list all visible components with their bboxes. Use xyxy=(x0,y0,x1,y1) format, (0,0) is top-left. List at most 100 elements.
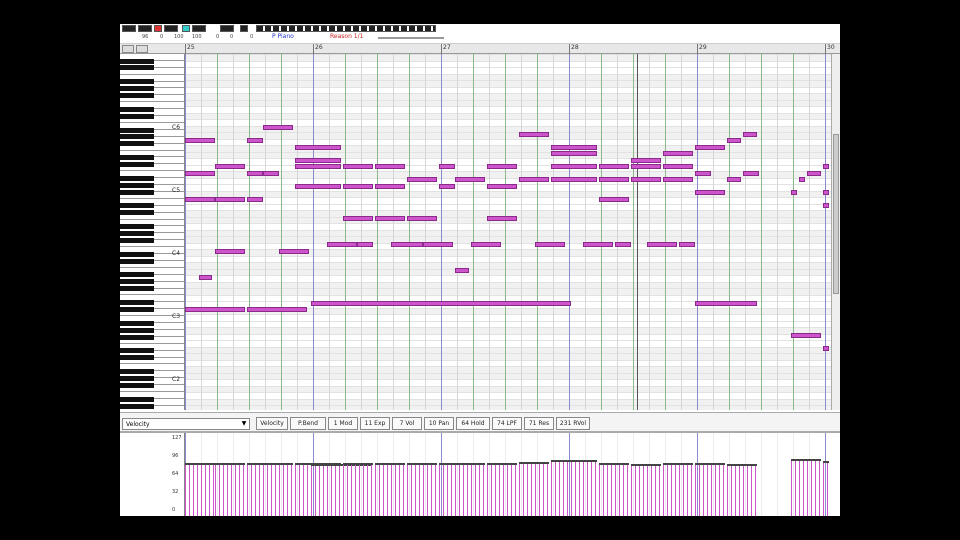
midi-note[interactable] xyxy=(695,144,725,150)
velocity-bar[interactable] xyxy=(627,463,628,517)
velocity-bar[interactable] xyxy=(193,463,194,517)
velocity-bar[interactable] xyxy=(499,463,500,517)
controller-tab[interactable]: 71 Res xyxy=(524,417,554,430)
velocity-bar[interactable] xyxy=(519,462,520,517)
velocity-bar[interactable] xyxy=(539,462,540,517)
velocity-bar[interactable] xyxy=(827,461,828,517)
black-key[interactable] xyxy=(120,355,154,361)
midi-note[interactable] xyxy=(185,307,245,312)
black-key[interactable] xyxy=(120,237,154,243)
velocity-bar[interactable] xyxy=(819,459,820,517)
black-key[interactable] xyxy=(120,382,154,388)
velocity-bar[interactable] xyxy=(275,463,276,517)
ruler-button[interactable] xyxy=(136,45,148,53)
velocity-bar[interactable] xyxy=(447,463,448,517)
black-key[interactable] xyxy=(120,175,154,181)
velocity-bar[interactable] xyxy=(615,463,616,517)
black-key[interactable] xyxy=(120,396,154,402)
controller-tab[interactable]: 74 LPF xyxy=(492,417,522,430)
midi-note[interactable] xyxy=(695,190,725,195)
midi-note[interactable] xyxy=(727,138,741,143)
black-key[interactable] xyxy=(120,286,154,292)
midi-note[interactable] xyxy=(791,190,797,195)
velocity-bar[interactable] xyxy=(795,459,796,517)
velocity-bar[interactable] xyxy=(213,463,214,517)
velocity-bar[interactable] xyxy=(219,463,220,517)
velocity-bar[interactable] xyxy=(543,462,544,517)
midi-note[interactable] xyxy=(375,164,405,169)
midi-note[interactable] xyxy=(295,164,341,169)
velocity-bar[interactable] xyxy=(507,463,508,517)
midi-note[interactable] xyxy=(487,216,517,221)
velocity-bar[interactable] xyxy=(547,462,548,517)
velocity-bar[interactable] xyxy=(367,463,368,517)
velocity-bar[interactable] xyxy=(663,463,664,517)
velocity-bars[interactable] xyxy=(185,433,840,517)
black-key[interactable] xyxy=(120,320,154,326)
velocity-bar[interactable] xyxy=(659,464,660,517)
velocity-bar[interactable] xyxy=(699,463,700,517)
controller-tab[interactable]: 11 Exp xyxy=(360,417,390,430)
midi-note[interactable] xyxy=(215,164,245,169)
midi-note[interactable] xyxy=(535,242,565,247)
velocity-bar[interactable] xyxy=(271,463,272,517)
velocity-bar[interactable] xyxy=(591,460,592,517)
midi-note[interactable] xyxy=(823,203,829,208)
velocity-bar[interactable] xyxy=(467,463,468,517)
velocity-bar[interactable] xyxy=(307,463,308,517)
midi-note[interactable] xyxy=(799,177,805,182)
timeline-ruler[interactable]: 25 26 27 28 29 30 xyxy=(120,44,840,54)
snap-grid-buttons[interactable] xyxy=(256,25,436,32)
black-key[interactable] xyxy=(120,224,154,230)
black-key[interactable] xyxy=(120,251,154,257)
velocity-bar[interactable] xyxy=(603,463,604,517)
midi-note[interactable] xyxy=(615,242,631,247)
midi-note[interactable] xyxy=(375,216,405,221)
midi-note[interactable] xyxy=(357,242,373,247)
velocity-bar[interactable] xyxy=(375,463,376,517)
black-key[interactable] xyxy=(120,327,154,333)
midi-note[interactable] xyxy=(215,196,245,202)
black-key[interactable] xyxy=(120,113,154,119)
black-key[interactable] xyxy=(120,258,154,264)
velocity-bar[interactable] xyxy=(415,463,416,517)
velocity-bar[interactable] xyxy=(315,464,316,517)
velocity-bar[interactable] xyxy=(403,463,404,517)
velocity-bar[interactable] xyxy=(439,463,440,517)
midi-note[interactable] xyxy=(791,333,821,338)
velocity-lane[interactable]: 127 96 64 32 0 xyxy=(120,432,840,517)
velocity-bar[interactable] xyxy=(747,464,748,517)
scrollbar-thumb[interactable] xyxy=(833,134,839,294)
velocity-bar[interactable] xyxy=(691,463,692,517)
black-key[interactable] xyxy=(120,272,154,278)
velocity-bar[interactable] xyxy=(427,463,428,517)
velocity-bar[interactable] xyxy=(399,463,400,517)
black-key[interactable] xyxy=(120,134,154,140)
velocity-bar[interactable] xyxy=(327,464,328,517)
velocity-bar[interactable] xyxy=(523,462,524,517)
black-key[interactable] xyxy=(120,210,154,216)
black-key[interactable] xyxy=(120,231,154,236)
velocity-bar[interactable] xyxy=(491,463,492,517)
midi-note[interactable] xyxy=(455,268,469,273)
midi-note[interactable] xyxy=(551,151,597,156)
midi-note[interactable] xyxy=(185,196,215,202)
midi-note[interactable] xyxy=(519,131,549,137)
velocity-bar[interactable] xyxy=(791,459,792,517)
midi-note[interactable] xyxy=(551,177,597,182)
black-key[interactable] xyxy=(120,141,154,147)
velocity-bar[interactable] xyxy=(639,464,640,517)
midi-note[interactable] xyxy=(423,242,453,247)
velocity-bar[interactable] xyxy=(475,463,476,517)
midi-note[interactable] xyxy=(631,164,661,169)
velocity-bar[interactable] xyxy=(679,463,680,517)
velocity-bar[interactable] xyxy=(267,463,268,517)
velocity-bar[interactable] xyxy=(323,464,324,517)
midi-note[interactable] xyxy=(391,242,423,247)
velocity-bar[interactable] xyxy=(347,463,348,517)
velocity-bar[interactable] xyxy=(487,463,488,517)
velocity-bar[interactable] xyxy=(435,463,436,517)
tool-button[interactable] xyxy=(122,25,136,32)
velocity-bar[interactable] xyxy=(671,463,672,517)
tool-button[interactable] xyxy=(220,25,234,32)
